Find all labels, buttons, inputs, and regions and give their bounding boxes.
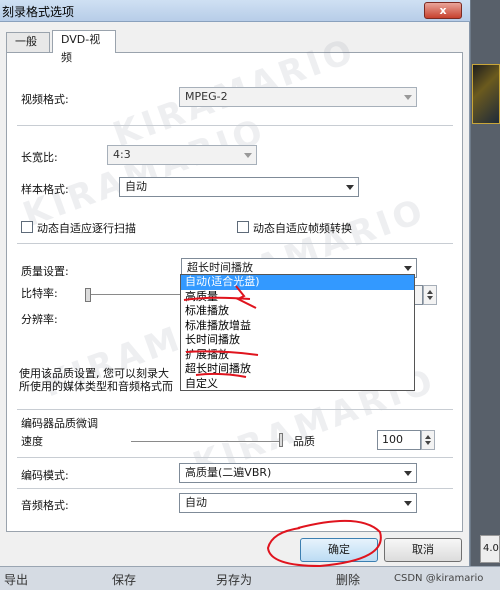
group-divider: [17, 457, 453, 458]
dropdown-option[interactable]: 标准播放增益: [181, 319, 414, 334]
video-format-value: MPEG-2: [185, 90, 228, 103]
bottom-toolbar: 导出 保存 另存为 删除 CSDN @kiramario: [0, 566, 500, 590]
group-divider: [17, 409, 453, 410]
spin-up-icon: [427, 290, 433, 294]
aspect-ratio-label: 长宽比:: [21, 151, 58, 164]
audio-format-label: 音频格式:: [21, 499, 69, 512]
dropdown-option[interactable]: 长时间播放: [181, 333, 414, 348]
spin-up-icon: [425, 435, 431, 439]
dropdown-option[interactable]: 自定义: [181, 377, 414, 392]
encoder-slider-thumb[interactable]: [279, 433, 283, 447]
quality-spin-field[interactable]: 100: [377, 430, 421, 450]
bitrate-spin-buttons[interactable]: [423, 285, 437, 305]
quality-dropdown-list: 自动(适合光盘) 高质量 标准播放 标准播放增益 长时间播放 扩展播放 超长时间…: [180, 274, 415, 391]
encoder-slider-track: [131, 441, 283, 443]
side-value-box: 4.0: [480, 535, 500, 563]
quality-settings-value: 超长时间播放: [187, 261, 253, 274]
video-format-label: 视频格式:: [21, 93, 69, 106]
resolution-label: 分辨率:: [21, 313, 58, 326]
chevron-down-icon: [404, 501, 412, 506]
tab-general[interactable]: 一般: [6, 32, 50, 52]
background-thumbnail: [472, 64, 500, 124]
encode-mode-select[interactable]: 高质量(二遍VBR): [179, 463, 417, 483]
cancel-button[interactable]: 取消: [384, 538, 462, 562]
adaptive-frame-checkbox[interactable]: [237, 221, 249, 233]
quality-description-line2: 所使用的媒体类型和音频格式而: [19, 380, 173, 393]
save-item[interactable]: 保存: [112, 571, 136, 588]
chevron-down-icon: [404, 471, 412, 476]
encode-mode-value: 高质量(二遍VBR): [185, 466, 272, 479]
quality-label: 品质: [293, 435, 315, 448]
adaptive-scan-label: 动态自适应逐行扫描: [37, 222, 136, 235]
dropdown-option[interactable]: 高质量: [181, 290, 414, 305]
bitrate-slider-thumb[interactable]: [85, 288, 91, 302]
group-divider: [17, 125, 453, 126]
sample-format-value: 自动: [125, 180, 147, 193]
credit-text: CSDN @kiramario: [394, 573, 484, 584]
ok-button[interactable]: 确定: [300, 538, 378, 562]
dropdown-option[interactable]: 标准播放: [181, 304, 414, 319]
quality-settings-label: 质量设置:: [21, 265, 69, 278]
burn-format-options-dialog: 刻录格式选项 x 一般 DVD-视频 KIRAMARIO KIRAMARIO K…: [0, 0, 470, 590]
dropdown-option[interactable]: 自动(适合光盘): [181, 275, 414, 290]
quality-spin-value: 100: [382, 433, 403, 446]
bitrate-slider-track: [85, 294, 185, 296]
chevron-down-icon: [244, 153, 252, 158]
spin-down-icon: [427, 296, 433, 300]
dropdown-option[interactable]: 扩展播放: [181, 348, 414, 363]
aspect-ratio-value: 4:3: [113, 148, 131, 161]
group-divider: [17, 488, 453, 489]
close-button[interactable]: x: [424, 2, 462, 19]
video-format-select[interactable]: MPEG-2: [179, 87, 417, 107]
quality-spin-buttons[interactable]: [421, 430, 435, 450]
save-as-item[interactable]: 另存为: [216, 571, 252, 588]
title-bar: 刻录格式选项 x: [0, 0, 470, 22]
dropdown-option[interactable]: 超长时间播放: [181, 362, 414, 377]
adaptive-scan-checkbox[interactable]: [21, 221, 33, 233]
aspect-ratio-select[interactable]: 4:3: [107, 145, 257, 165]
tab-dvd-video[interactable]: DVD-视频: [52, 30, 116, 64]
spin-down-icon: [425, 441, 431, 445]
delete-item[interactable]: 删除: [336, 571, 360, 588]
chevron-down-icon: [404, 266, 412, 271]
sample-format-label: 样本格式:: [21, 183, 69, 196]
speed-label: 速度: [21, 435, 43, 448]
window-title: 刻录格式选项: [2, 5, 75, 19]
chevron-down-icon: [346, 185, 354, 190]
chevron-down-icon: [404, 95, 412, 100]
sample-format-select[interactable]: 自动: [119, 177, 359, 197]
audio-format-select[interactable]: 自动: [179, 493, 417, 513]
encoder-tuning-group-label: 编码器品质微调: [21, 417, 98, 430]
bitrate-label: 比特率:: [21, 287, 58, 300]
export-item[interactable]: 导出: [4, 571, 28, 588]
audio-format-value: 自动: [185, 496, 207, 509]
encode-mode-label: 编码模式:: [21, 469, 69, 482]
adaptive-frame-label: 动态自适应帧频转换: [253, 222, 352, 235]
group-divider: [17, 243, 453, 244]
